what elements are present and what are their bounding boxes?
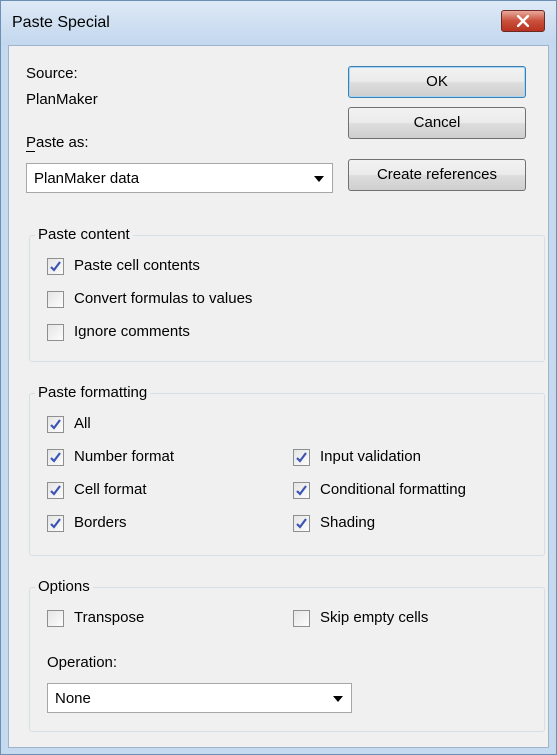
- checkbox-box: [293, 482, 310, 499]
- conditional-formatting-label: Conditional formatting: [320, 481, 466, 498]
- checkbox-box: [47, 482, 64, 499]
- paste-cell-contents-label: Paste cell contents: [74, 257, 200, 274]
- create-references-button[interactable]: Create references: [348, 159, 526, 191]
- checkbox-box: [47, 515, 64, 532]
- operation-select[interactable]: None: [47, 683, 352, 713]
- checkmark-icon: [296, 518, 307, 529]
- checkbox-box: [47, 258, 64, 275]
- title-bar[interactable]: Paste Special: [1, 1, 556, 45]
- checkbox-box: [293, 449, 310, 466]
- dialog-content: Source: PlanMaker Paste as: PlanMaker da…: [8, 45, 549, 748]
- paste-as-label: Paste as:: [26, 134, 89, 151]
- borders-label: Borders: [74, 514, 127, 531]
- shading-label: Shading: [320, 514, 376, 531]
- paste-formatting-legend: Paste formatting: [35, 384, 151, 401]
- checkmark-icon: [50, 485, 61, 496]
- source-label: Source:: [26, 65, 78, 82]
- checkbox-box: [293, 515, 310, 532]
- convert-formulas-label: Convert formulas to values: [74, 290, 253, 307]
- checkmark-icon: [50, 452, 61, 463]
- checkbox-box: [47, 324, 64, 341]
- dropdown-arrow-icon: [314, 176, 324, 182]
- checkbox-box: [293, 610, 310, 627]
- paste-as-value: PlanMaker data: [34, 170, 140, 187]
- cell-format-label: Cell format: [74, 481, 147, 498]
- close-button[interactable]: [501, 10, 545, 32]
- checkmark-icon: [296, 452, 307, 463]
- mnemonic-underline: [26, 151, 35, 152]
- paste-special-dialog: Paste Special Source: PlanMaker Paste as…: [0, 0, 557, 755]
- checkmark-icon: [50, 518, 61, 529]
- paste-formatting-group: [29, 393, 545, 556]
- checkmark-icon: [296, 485, 307, 496]
- all-label: All: [74, 415, 91, 432]
- paste-content-legend: Paste content: [35, 226, 133, 243]
- source-value: PlanMaker: [26, 91, 98, 108]
- paste-as-select[interactable]: PlanMaker data: [26, 163, 333, 193]
- input-validation-label: Input validation: [320, 448, 421, 465]
- skip-empty-cells-label: Skip empty cells: [320, 609, 429, 626]
- number-format-label: Number format: [74, 448, 175, 465]
- cancel-button[interactable]: Cancel: [348, 107, 526, 139]
- checkbox-box: [47, 449, 64, 466]
- checkbox-box: [47, 610, 64, 627]
- operation-label: Operation:: [47, 654, 118, 671]
- dropdown-arrow-icon: [333, 696, 343, 702]
- checkmark-icon: [50, 419, 61, 430]
- operation-value: None: [55, 690, 91, 707]
- checkbox-box: [47, 291, 64, 308]
- checkmark-icon: [50, 261, 61, 272]
- options-legend: Options: [35, 578, 93, 595]
- window-title: Paste Special: [12, 14, 110, 31]
- checkbox-box: [47, 416, 64, 433]
- ignore-comments-label: Ignore comments: [74, 323, 190, 340]
- transpose-label: Transpose: [74, 609, 145, 626]
- ok-button[interactable]: OK: [348, 66, 526, 98]
